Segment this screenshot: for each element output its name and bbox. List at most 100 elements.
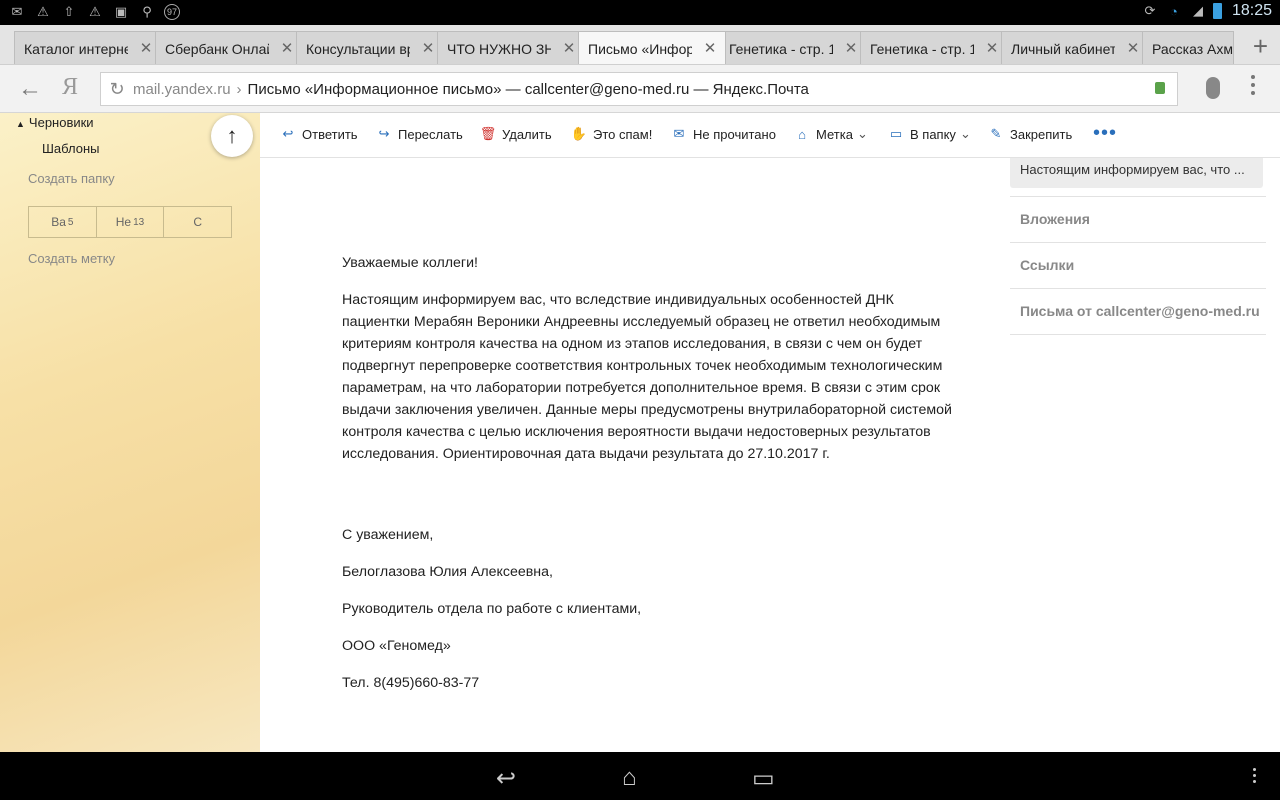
create-folder-link[interactable]: Создать папку [28, 171, 115, 186]
links-link[interactable]: Ссылки [1020, 257, 1074, 273]
badge-icon: 97 [164, 4, 180, 20]
segment-attachments[interactable]: С [164, 207, 231, 237]
url-page-title: Письмо «Информационное письмо» — callcen… [247, 80, 809, 98]
attachments-link[interactable]: Вложения [1020, 211, 1090, 227]
scroll-up-button[interactable]: ↑ [211, 115, 253, 157]
close-icon[interactable]: ✕ [278, 39, 296, 57]
browser-tab-active[interactable]: Письмо «Инфор ✕ [578, 31, 726, 64]
microphone-icon[interactable] [1206, 77, 1220, 99]
create-label-link[interactable]: Создать метку [28, 251, 115, 266]
label-dropdown[interactable]: ⌂ Метка ⌄ [794, 126, 868, 142]
home-icon[interactable]: ⌂ [622, 764, 637, 792]
close-icon[interactable]: ✕ [1124, 39, 1142, 57]
close-icon[interactable]: ✕ [137, 39, 155, 57]
status-bar: ✉ ⚠ ⇧ ⚠ ▣ ⚲ 97 ⟳ ◔ ◢ 18:25 [0, 0, 1280, 25]
signature-phone: Тел. 8(495)660-83-77 [342, 675, 480, 691]
back-icon[interactable]: ↩ [496, 764, 516, 793]
body-paragraph: Настоящим информируем вас, что вследстви… [342, 292, 952, 462]
tab-title: Рассказ Ахм [1152, 40, 1233, 57]
browser-menu-icon[interactable] [1251, 75, 1255, 95]
divider [1010, 196, 1266, 197]
hand-icon: ✋ [570, 126, 588, 141]
address-bar[interactable]: ↻ mail.yandex.ru › Письмо «Информационно… [100, 72, 1178, 106]
lock-icon [1155, 82, 1165, 94]
close-icon[interactable]: ✕ [560, 39, 578, 57]
browser-tab[interactable]: Сбербанк Онлай ✕ [155, 31, 303, 64]
folder-templates[interactable]: Шаблоны [42, 141, 100, 156]
message-snippet[interactable]: Настоящим информируем вас, что ... [1010, 158, 1263, 188]
move-to-folder-dropdown[interactable]: ▭ В папку ⌄ [888, 126, 971, 142]
message-toolbar: ↩ Ответить ↪ Переслать 🗑 Удалить ✋ Это спам!… [260, 113, 1280, 158]
folder-icon: ▭ [889, 126, 903, 141]
app-icon: ▣ [114, 4, 128, 19]
pin-icon: ✎ [990, 126, 1002, 141]
tab-title: ЧТО НУЖНО ЗНА [447, 40, 551, 57]
tag-icon: ⌂ [798, 126, 806, 142]
message-body: Уважаемые коллеги! Настоящим информируем… [342, 252, 952, 709]
tab-title: Генетика - стр. 1 [729, 40, 833, 57]
browser-tab[interactable]: Каталог интерне ✕ [14, 31, 162, 64]
mail-sidebar: ▲ Черновики Шаблоны Создать папку Ва 5 Не 1… [0, 113, 260, 752]
warning-icon: ⚠ [37, 4, 49, 19]
wifi-icon: ◔ [1170, 3, 1178, 19]
arrow-up-icon: ↑ [226, 123, 238, 148]
tab-title: Личный кабинет [1011, 40, 1115, 57]
tab-title: Генетика - стр. 1 [870, 40, 974, 57]
address-bar-row: ← Я ↻ mail.yandex.ru › Письмо «Информаци… [0, 65, 1280, 113]
tab-title: Сбербанк Онлай [165, 40, 269, 57]
greeting: Уважаемые коллеги! [342, 255, 478, 271]
forward-icon: ↪ [378, 126, 390, 141]
mark-unread-button[interactable]: ✉ Не прочитано [671, 126, 776, 142]
reply-icon: ↩ [282, 126, 294, 141]
close-icon[interactable]: ✕ [701, 39, 719, 57]
tab-title: Письмо «Инфор [588, 40, 692, 57]
url-host: mail.yandex.ru [133, 80, 231, 98]
search-icon: ⚲ [142, 4, 152, 19]
sync-icon: ⟳ [1144, 3, 1156, 18]
browser-tab[interactable]: Консультации вр ✕ [296, 31, 444, 64]
recent-apps-icon[interactable]: ▭ [752, 764, 775, 793]
upload-icon: ⇧ [63, 4, 75, 19]
envelope-icon: ✉ [673, 126, 685, 141]
close-icon[interactable]: ✕ [419, 39, 437, 57]
browser-tab[interactable]: Личный кабинет ✕ [1001, 31, 1149, 64]
folder-drafts[interactable]: ▲ Черновики [16, 115, 94, 130]
new-tab-button[interactable]: + [1253, 31, 1268, 62]
browser-tab[interactable]: ЧТО НУЖНО ЗНА ✕ [437, 31, 585, 64]
yandex-logo-icon[interactable]: Я [62, 74, 78, 101]
reply-button[interactable]: ↩ Ответить [280, 126, 358, 142]
divider [1010, 242, 1266, 243]
signal-icon: ◢ [1192, 3, 1203, 18]
clock: 18:25 [1231, 2, 1272, 19]
tab-strip: Каталог интерне ✕ Сбербанк Онлай ✕ Консуль… [0, 25, 1280, 65]
signature-position: Руководитель отдела по работе с клиентам… [342, 601, 642, 617]
closing: С уважением, [342, 527, 434, 543]
mail-icon: ✉ [11, 4, 23, 19]
tab-title: Каталог интерне [24, 40, 128, 57]
close-icon[interactable]: ✕ [983, 39, 1001, 57]
chevron-down-icon: ⌄ [959, 126, 971, 141]
browser-tab[interactable]: Генетика - стр. 1 ✕ [860, 31, 1008, 64]
segment-unread[interactable]: Не 13 [97, 207, 165, 237]
system-nav-bar: ↩ ⌂ ▭ [0, 752, 1280, 800]
browser-tab[interactable]: Рассказ Ахм [1142, 31, 1234, 64]
pin-button[interactable]: ✎ Закрепить [988, 126, 1073, 142]
letters-from-sender-link[interactable]: Письма от callcenter@geno-med.ru [1020, 303, 1260, 319]
signature-name: Белоглазова Юлия Алексеевна, [342, 564, 553, 580]
more-icon[interactable]: ••• [1093, 122, 1117, 145]
forward-button[interactable]: ↪ Переслать [376, 126, 463, 142]
overflow-menu-icon[interactable] [1253, 768, 1256, 783]
label-segments: Ва 5 Не 13 С [28, 206, 232, 238]
segment-important[interactable]: Ва 5 [29, 207, 97, 237]
reload-icon[interactable]: ↻ [101, 79, 133, 100]
divider [1010, 334, 1266, 335]
delete-button[interactable]: 🗑 Удалить [480, 126, 552, 142]
spam-button[interactable]: ✋ Это спам! [571, 126, 652, 142]
browser-tab[interactable]: Генетика - стр. 1 ✕ [719, 31, 867, 64]
chevron-down-icon: ⌄ [856, 126, 868, 141]
back-arrow-icon[interactable]: ← [18, 75, 42, 103]
close-icon[interactable]: ✕ [842, 39, 860, 57]
warning-icon: ⚠ [89, 4, 101, 19]
trash-icon: 🗑 [479, 126, 497, 141]
tab-title: Консультации вр [306, 40, 410, 57]
